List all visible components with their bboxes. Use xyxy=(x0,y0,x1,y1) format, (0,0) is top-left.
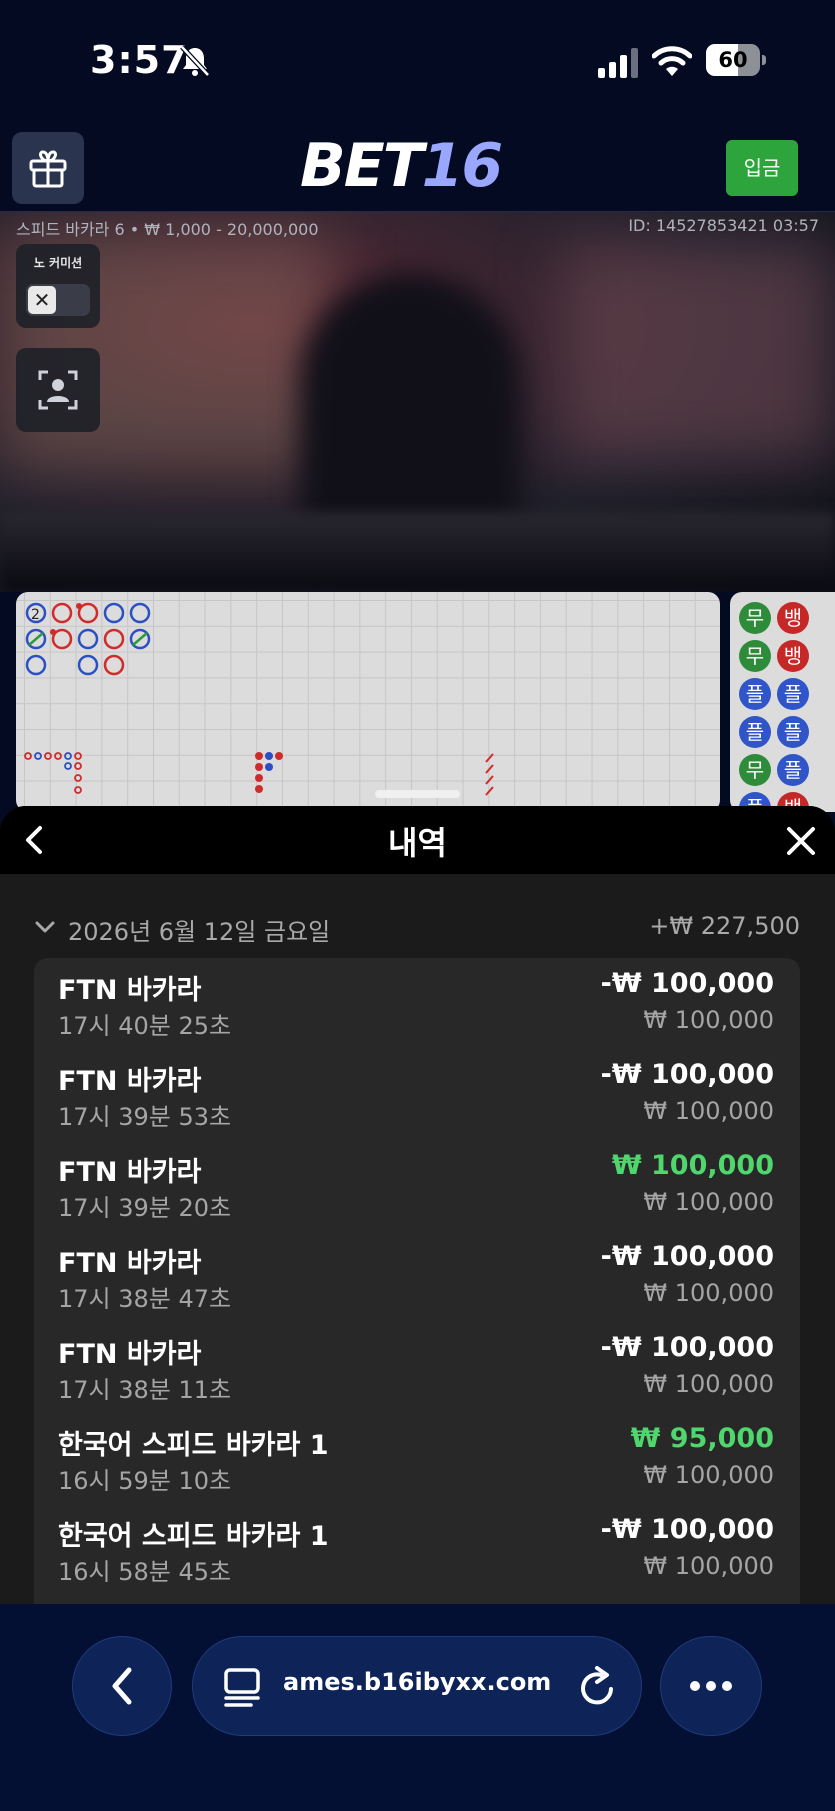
bead-road-board[interactable]: 2 xyxy=(16,592,720,812)
browser-back-button[interactable] xyxy=(72,1636,172,1736)
gift-button[interactable] xyxy=(12,132,84,204)
sheet-title: 내역 xyxy=(388,824,447,862)
back-icon xyxy=(112,1667,132,1705)
history-row[interactable]: 한국어 스피드 바카라 1 16시 59분 10초 ₩ 95,000 ₩ 100… xyxy=(34,1413,800,1504)
row-game-name: FTN 바카라 xyxy=(58,975,202,1006)
sheet-drag-handle[interactable] xyxy=(375,790,460,798)
row-stake: ₩ 100,000 xyxy=(643,1279,774,1307)
row-stake: ₩ 100,000 xyxy=(643,1006,774,1034)
brand-logo[interactable]: BET16 xyxy=(300,134,520,198)
battery-percent: 60 xyxy=(718,48,748,72)
row-result: -₩ 100,000 xyxy=(600,1059,774,1090)
road-badge-label: 플 xyxy=(746,682,764,706)
row-stake: ₩ 100,000 xyxy=(643,1370,774,1398)
browser-toolbar: ames.b16ibyxx.com xyxy=(0,1604,835,1811)
row-result: ₩ 100,000 xyxy=(611,1150,774,1181)
road-badge-label: 뱅 xyxy=(784,606,802,630)
row-stake: ₩ 100,000 xyxy=(643,1552,774,1580)
road-badge-label: 플 xyxy=(784,720,802,744)
row-result: ₩ 95,000 xyxy=(630,1423,774,1454)
row-time: 16시 58분 45초 xyxy=(58,1558,232,1586)
table-info: 스피드 바카라 6 • ₩ 1,000 - 20,000,000 xyxy=(16,220,319,239)
row-stake: ₩ 100,000 xyxy=(643,1188,774,1216)
row-game-name: FTN 바카라 xyxy=(58,1248,202,1279)
history-row[interactable]: FTN 바카라 17시 39분 20초 ₩ 100,000 ₩ 100,000 xyxy=(34,1140,800,1231)
live-video-stream: 스피드 바카라 6 • ₩ 1,000 - 20,000,000 ID: 145… xyxy=(0,212,835,592)
row-game-name: FTN 바카라 xyxy=(58,1066,202,1097)
address-bar[interactable]: ames.b16ibyxx.com xyxy=(192,1636,642,1736)
history-row[interactable]: FTN 바카라 17시 38분 11초 -₩ 100,000 ₩ 100,000 xyxy=(34,1322,800,1413)
history-row[interactable]: FTN 바카라 17시 39분 53초 -₩ 100,000 ₩ 100,000 xyxy=(34,1049,800,1140)
date-label: 2026년 6월 12일 금요일 xyxy=(68,918,331,946)
big-road-board[interactable]: 무뱅무뱅플플플플무플플뱅 xyxy=(730,592,835,812)
history-list: FTN 바카라 17시 40분 25초 -₩ 100,000 ₩ 100,000… xyxy=(34,958,800,1606)
row-game-name: 한국어 스피드 바카라 1 xyxy=(58,1521,329,1552)
history-row[interactable]: FTN 바카라 17시 40분 25초 -₩ 100,000 ₩ 100,000 xyxy=(34,958,800,1049)
date-total: +₩ 227,500 xyxy=(649,912,800,940)
date-group-header[interactable]: 2026년 6월 12일 금요일 +₩ 227,500 xyxy=(34,912,800,946)
bell-slash-icon xyxy=(180,45,210,77)
person-frame-icon xyxy=(38,370,78,410)
sheet-header: 내역 xyxy=(0,806,835,874)
battery-icon: 60 xyxy=(706,44,766,76)
road-badge-label: 플 xyxy=(746,720,764,744)
no-commission-label: 노 커미션 xyxy=(33,256,83,270)
road-badge-label: 무 xyxy=(746,644,764,668)
status-time: 3:57 xyxy=(90,38,189,82)
row-result: -₩ 100,000 xyxy=(600,1332,774,1363)
history-sheet: 내역 2026년 6월 12일 금요일 +₩ 227,500 FTN 바카라 1… xyxy=(0,806,835,1606)
row-game-name: FTN 바카라 xyxy=(58,1339,202,1370)
round-id: ID: 14527853421 03:57 xyxy=(628,216,819,235)
reload-icon[interactable] xyxy=(577,1665,619,1709)
logo-text-main: BET xyxy=(300,131,424,201)
url-text: ames.b16ibyxx.com xyxy=(283,1668,552,1696)
history-row[interactable]: FTN 바카라 17시 38분 47초 -₩ 100,000 ₩ 100,000 xyxy=(34,1231,800,1322)
roadmap-marks: 2 xyxy=(24,602,494,796)
row-stake: ₩ 100,000 xyxy=(643,1461,774,1489)
road-badge-label: 플 xyxy=(784,758,802,782)
side-road-marks: 무 뱅무 뱅플 플플 플무 플플 뱅 xyxy=(739,602,809,812)
status-bar: 3:57 60 xyxy=(0,0,835,120)
row-game-name: 한국어 스피드 바카라 1 xyxy=(58,1430,329,1461)
app-screen: 3:57 60 BET16 입금 스피드 바카라 6 • ₩ 1,000 - 2… xyxy=(0,0,835,1811)
history-row[interactable]: 한국어 스피드 바카라 1 16시 58분 45초 -₩ 100,000 ₩ 1… xyxy=(34,1504,800,1595)
close-icon[interactable] xyxy=(786,826,816,856)
row-result: -₩ 100,000 xyxy=(600,968,774,999)
close-icon: ✕ xyxy=(28,286,56,314)
road-badge-label: 뱅 xyxy=(784,644,802,668)
road-badge-label: 무 xyxy=(746,758,764,782)
svg-text:2: 2 xyxy=(31,607,40,623)
row-time: 17시 39분 20초 xyxy=(58,1194,232,1222)
dealer-view-button[interactable] xyxy=(16,348,100,432)
gift-icon xyxy=(29,150,67,188)
road-badge-label: 무 xyxy=(746,606,764,630)
deposit-button[interactable]: 입금 xyxy=(726,140,798,196)
logo-text-accent: 16 xyxy=(421,131,503,201)
row-time: 17시 39분 53초 xyxy=(58,1103,232,1131)
browser-more-button[interactable] xyxy=(660,1636,762,1736)
no-commission-panel: 노 커미션 ✕ xyxy=(16,244,100,328)
row-game-name: FTN 바카라 xyxy=(58,1157,202,1188)
row-time: 17시 38분 11초 xyxy=(58,1376,232,1404)
app-header: BET16 입금 xyxy=(0,120,835,212)
row-result: -₩ 100,000 xyxy=(600,1241,774,1272)
row-stake: ₩ 100,000 xyxy=(643,1097,774,1125)
road-badge-label: 플 xyxy=(784,682,802,706)
row-time: 16시 59분 10초 xyxy=(58,1467,232,1495)
signal-icon xyxy=(598,48,638,78)
row-time: 17시 38분 47초 xyxy=(58,1285,232,1313)
more-icon xyxy=(690,1681,732,1691)
wifi-icon xyxy=(652,46,692,76)
row-result: -₩ 100,000 xyxy=(600,1514,774,1545)
no-commission-toggle[interactable]: ✕ xyxy=(26,284,90,316)
row-time: 17시 40분 25초 xyxy=(58,1012,232,1040)
tabs-icon[interactable] xyxy=(223,1667,261,1707)
chevron-down-icon xyxy=(35,921,55,933)
